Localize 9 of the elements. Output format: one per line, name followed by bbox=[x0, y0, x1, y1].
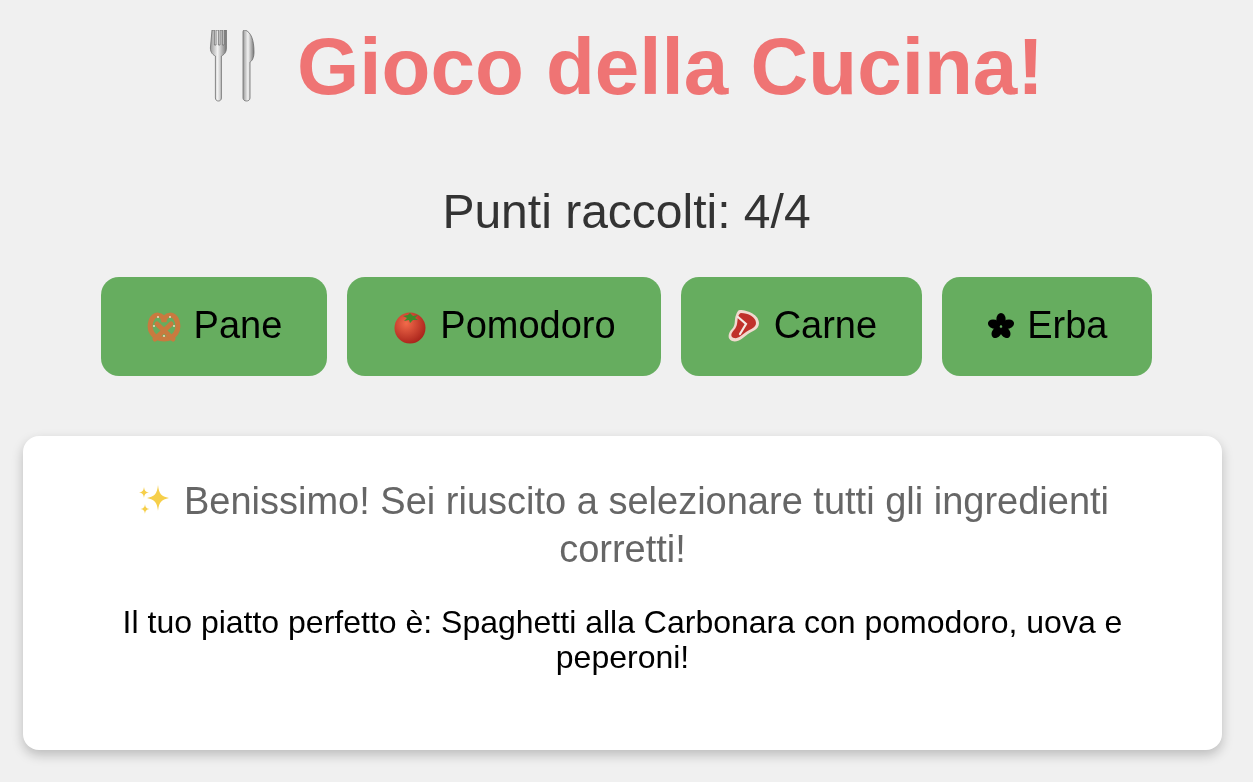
ingredient-button[interactable]: Carne bbox=[680, 276, 923, 376]
ingredient-button[interactable]: Pomodoro bbox=[347, 276, 661, 376]
score-text: Punti raccolti: 4/4 bbox=[441, 184, 812, 240]
page-title: Gioco della Cucina! bbox=[297, 21, 1044, 113]
success-message: Benissimo! Sei riuscito a selezionare tutti gli ingredienti corretti! bbox=[183, 479, 1110, 570]
ingredient-button[interactable]: Pane bbox=[100, 276, 328, 376]
flower-icon bbox=[987, 312, 1016, 341]
ingredient-button[interactable]: Erba bbox=[942, 276, 1153, 376]
dish-text: Il tuo piatto perfetto è: Spaghetti alla Carbonara con pomodoro, uova e peperoni! bbox=[121, 604, 1124, 675]
